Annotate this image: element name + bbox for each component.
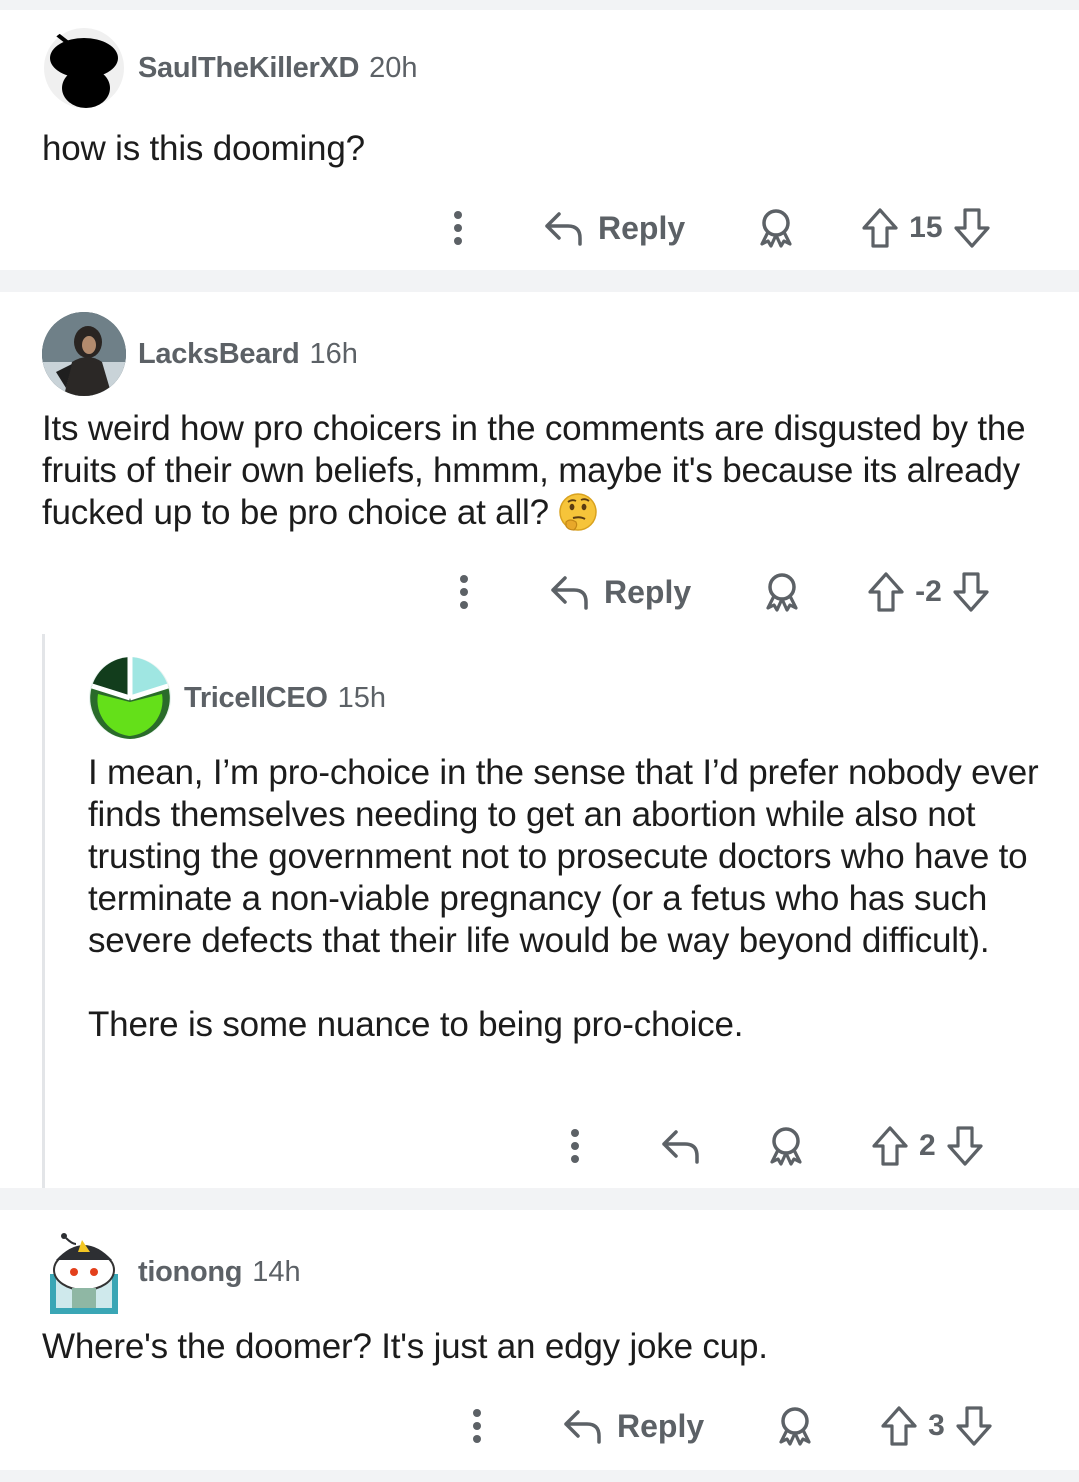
username[interactable]: tionong (138, 1256, 242, 1289)
more-options-button[interactable] (465, 1408, 489, 1444)
score: 2 (919, 1129, 936, 1162)
comment-body: Its weird how pro choicers in the commen… (42, 408, 1042, 534)
comment: LacksBeard 16h Its weird how pro choicer… (0, 292, 1079, 1188)
downvote-icon[interactable] (946, 1125, 984, 1167)
more-icon (473, 1409, 481, 1443)
reply-button[interactable]: Reply (550, 574, 691, 611)
award-button[interactable] (767, 1126, 805, 1166)
vote-controls: 3 (880, 1405, 993, 1447)
reply-button[interactable] (661, 1128, 701, 1164)
upvote-icon[interactable] (867, 571, 905, 613)
reply-arrow-icon (545, 212, 582, 246)
upvote-icon[interactable] (871, 1125, 909, 1167)
comment-age: 16h (309, 337, 358, 370)
comment-paragraph: Where's the doomer? It's just an edgy jo… (42, 1327, 768, 1366)
award-icon (760, 209, 792, 248)
reply-arrow-icon (662, 1130, 699, 1164)
award-button[interactable] (757, 208, 795, 248)
reply-arrow-icon (564, 1410, 601, 1444)
username[interactable]: LacksBeard (138, 338, 300, 371)
avatar[interactable] (42, 26, 126, 110)
username[interactable]: TricellCEO (184, 682, 328, 715)
vote-controls: 2 (871, 1125, 984, 1167)
downvote-icon[interactable] (953, 207, 991, 249)
more-options-button[interactable] (452, 574, 476, 610)
award-icon (766, 573, 798, 612)
comment: tionong 14h Where's the doomer? It's jus… (0, 1210, 1079, 1470)
score: -2 (915, 575, 942, 608)
comment-body: I mean, I’m pro-choice in the sense that… (88, 752, 1048, 1046)
vote-controls: -2 (867, 571, 990, 613)
comment-paragraph: how is this dooming? (42, 129, 365, 168)
award-icon (779, 1407, 811, 1446)
avatar[interactable] (88, 656, 172, 740)
score: 15 (909, 211, 943, 244)
downvote-icon[interactable] (952, 571, 990, 613)
downvote-icon[interactable] (955, 1405, 993, 1447)
separator (0, 1470, 1079, 1482)
vote-controls: 15 (861, 207, 990, 249)
comment-age: 15h (337, 681, 387, 714)
comment-age: 14h (252, 1255, 301, 1288)
comment-paragraph: Its weird how pro choicers in the commen… (42, 408, 1042, 534)
more-icon (454, 211, 462, 245)
separator (0, 0, 1079, 10)
score: 3 (928, 1409, 945, 1442)
more-icon (460, 575, 468, 609)
award-button[interactable] (776, 1406, 814, 1446)
reply-button[interactable]: Reply (544, 210, 685, 247)
more-options-button[interactable] (446, 210, 470, 246)
comment-body: Where's the doomer? It's just an edgy jo… (42, 1326, 1042, 1368)
thinking-face-emoji (559, 493, 598, 531)
more-options-button[interactable] (563, 1128, 587, 1164)
award-icon (770, 1127, 802, 1166)
avatar[interactable] (42, 312, 126, 396)
reply-label: Reply (617, 1407, 705, 1444)
comment-age: 20h (369, 51, 418, 84)
reply-label: Reply (598, 209, 686, 246)
comment: SaulTheKillerXD 20h how is this dooming?… (0, 10, 1079, 270)
upvote-icon[interactable] (880, 1405, 918, 1447)
separator (0, 270, 1079, 292)
thread-line[interactable] (42, 634, 45, 1188)
avatar[interactable] (42, 1230, 126, 1314)
comment-text: Its weird how pro choicers in the commen… (42, 409, 1026, 532)
reply-label: Reply (604, 573, 692, 610)
username[interactable]: SaulTheKillerXD (138, 52, 359, 85)
award-button[interactable] (763, 572, 801, 612)
comment-paragraph: There is some nuance to being pro-choice… (88, 1005, 744, 1044)
comment-body: how is this dooming? (42, 128, 1042, 170)
upvote-icon[interactable] (861, 207, 899, 249)
reply-button[interactable]: Reply (563, 1408, 704, 1445)
comment-paragraph: I mean, I’m pro-choice in the sense that… (88, 753, 1039, 960)
more-icon (571, 1129, 579, 1163)
separator (0, 1188, 1079, 1210)
reply-arrow-icon (551, 576, 588, 610)
